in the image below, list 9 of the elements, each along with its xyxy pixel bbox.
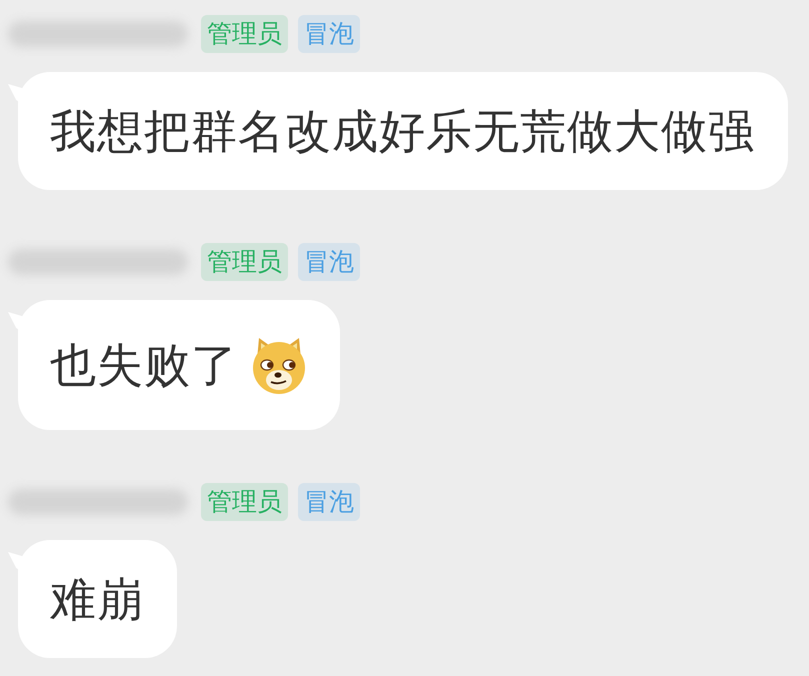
member-tag: 管理员	[201, 243, 288, 281]
member-tag: 管理员	[201, 15, 288, 53]
member-tag: 冒泡	[298, 483, 360, 521]
member-tag: 管理员	[201, 483, 288, 521]
member-tag: 冒泡	[298, 15, 360, 53]
message-text: 我想把群名改成好乐无荒做大做强	[50, 108, 755, 154]
message-text: 难崩	[50, 576, 144, 622]
member-tag: 冒泡	[298, 243, 360, 281]
message-text: 也失败了	[50, 342, 238, 388]
